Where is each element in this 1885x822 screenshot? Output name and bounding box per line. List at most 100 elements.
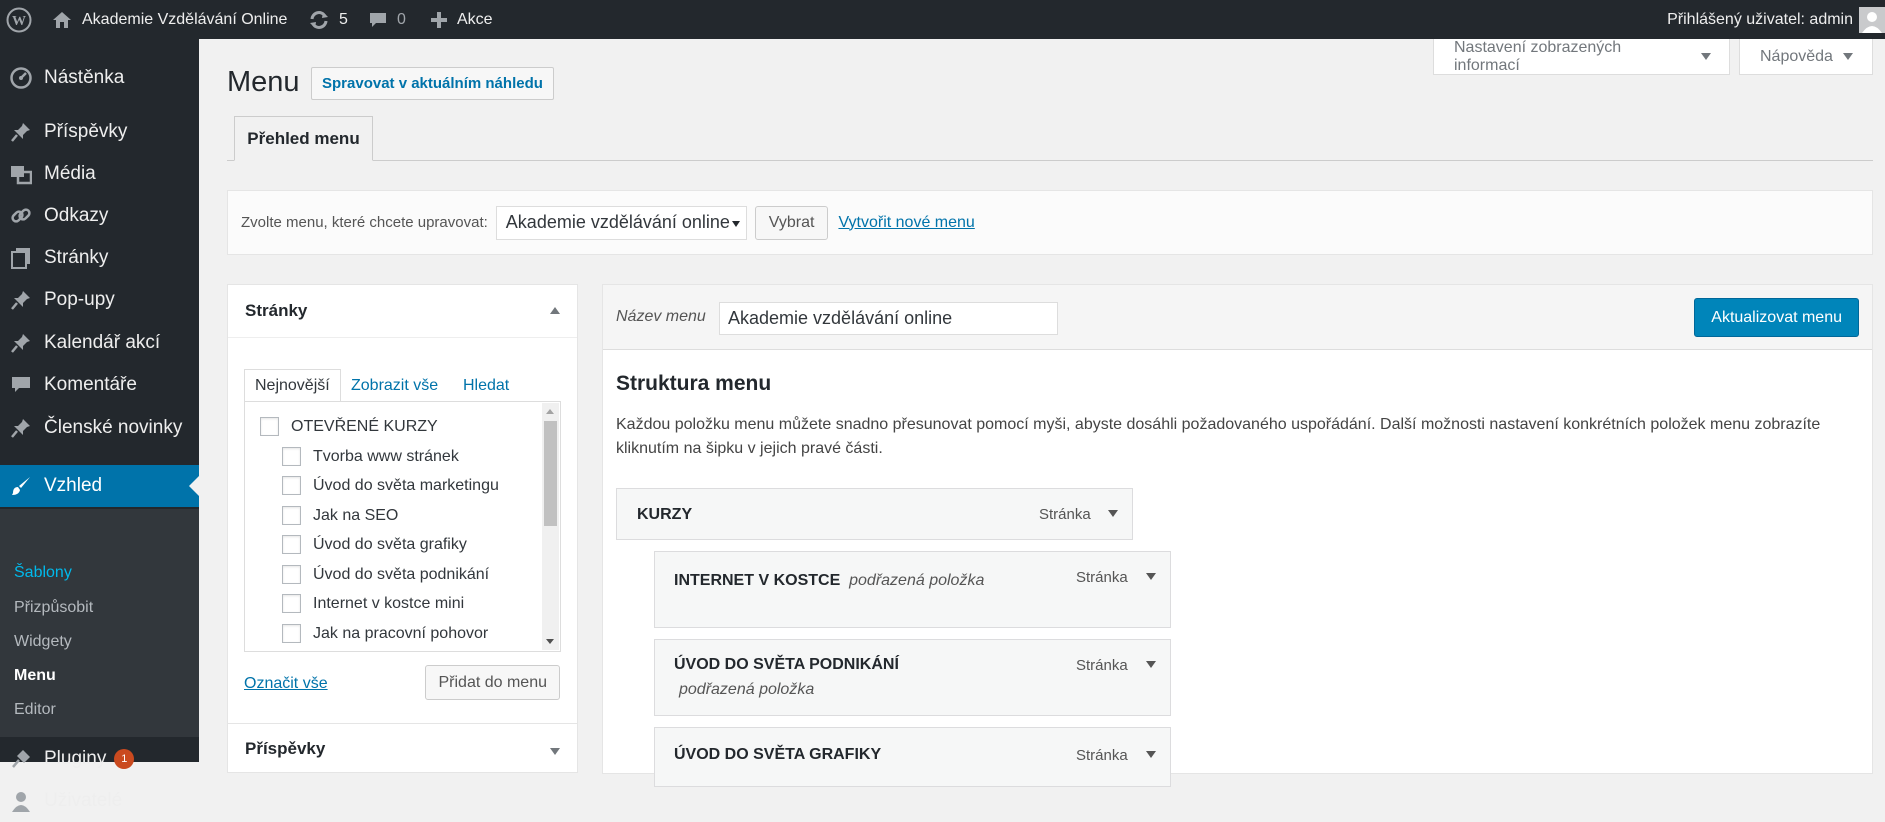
sidebar-item-label: Členské novinky <box>44 417 183 438</box>
checkbox[interactable] <box>282 535 301 554</box>
sidebar-item-label: Odkazy <box>44 205 109 226</box>
updates-count: 5 <box>339 10 348 28</box>
manage-live-preview-button[interactable]: Spravovat v aktuálním náhledu <box>311 67 554 100</box>
plugin-icon <box>10 748 32 770</box>
tab-search[interactable]: Hledat <box>463 369 509 402</box>
pin-icon <box>10 289 32 311</box>
sidebar-item-member-news[interactable]: Členské novinky <box>0 407 199 449</box>
user-account-link[interactable]: Přihlášený uživatel: admin <box>1667 0 1885 39</box>
pin-icon <box>10 121 32 143</box>
checkbox[interactable] <box>260 417 279 436</box>
pin-icon <box>10 332 32 354</box>
checkbox[interactable] <box>282 447 301 466</box>
menu-item-title: KURZY <box>637 506 693 523</box>
nav-tab-divider <box>227 160 1873 161</box>
caret-down-icon <box>1842 53 1853 60</box>
sidebar-item-dashboard[interactable]: Nástěnka <box>0 57 199 99</box>
tab-edit-menus[interactable]: Přehled menu <box>234 116 373 161</box>
menu-item-row[interactable]: ÚVOD DO SVĚTA PODNIKÁNÍ podřazená položk… <box>654 639 1171 716</box>
select-all-link[interactable]: Označit vše <box>244 675 328 693</box>
expand-arrow-icon[interactable] <box>1108 510 1118 517</box>
submenu-customize[interactable]: Přizpůsobit <box>14 599 93 617</box>
list-item[interactable]: Jak na pracovní pohovor <box>282 624 488 643</box>
screen-options-button[interactable]: Nastavení zobrazených informací <box>1433 39 1730 75</box>
checkbox[interactable] <box>282 594 301 613</box>
sidebar-item-label: Nástěnka <box>44 67 125 88</box>
sidebar-item-popups[interactable]: Pop-upy <box>0 279 199 321</box>
tab-view-all[interactable]: Zobrazit vše <box>351 369 438 402</box>
wordpress-logo-icon[interactable]: W <box>6 0 32 39</box>
sidebar-item-media[interactable]: Média <box>0 153 199 195</box>
expand-arrow-icon[interactable] <box>1146 751 1156 758</box>
list-item[interactable]: Jak na SEO <box>282 506 398 525</box>
updates-icon <box>310 10 328 29</box>
menu-select-dropdown[interactable]: Akademie vzdělávání online <box>495 205 747 240</box>
menu-select-value: Akademie vzdělávání online <box>505 212 730 232</box>
sidebar-item-appearance[interactable]: Vzhled <box>0 465 199 507</box>
list-item[interactable]: OTEVŘENÉ KURZY <box>260 417 438 436</box>
sidebar-item-pages[interactable]: Stránky <box>0 237 199 279</box>
list-item[interactable]: Úvod do světa podnikání <box>282 565 489 584</box>
pages-checklist: OTEVŘENÉ KURZY Tvorba www stránek Úvod d… <box>244 401 561 652</box>
list-item[interactable]: Internet v kostce mini <box>282 594 464 613</box>
scroll-down-icon[interactable] <box>546 639 554 644</box>
expand-arrow-icon[interactable] <box>550 748 560 755</box>
scrollbar-thumb[interactable] <box>544 421 557 526</box>
list-item-label: Úvod do světa grafiky <box>313 535 467 553</box>
sidebar-item-event-calendar[interactable]: Kalendář akcí <box>0 322 199 364</box>
updates-link[interactable]: 5 <box>308 0 348 39</box>
list-item-label: Jak na pracovní pohovor <box>313 624 489 642</box>
sidebar-item-links[interactable]: Odkazy <box>0 195 199 237</box>
list-item-label: OTEVŘENÉ KURZY <box>291 417 438 435</box>
menu-item-row[interactable]: KURZY Stránka <box>616 488 1133 540</box>
expand-arrow-icon[interactable] <box>1146 573 1156 580</box>
collapse-arrow-icon[interactable] <box>550 307 560 314</box>
chevron-down-icon <box>731 220 740 227</box>
posts-metabox[interactable]: Příspěvky <box>227 723 578 773</box>
menu-name-input[interactable]: Akademie vzdělávání online <box>719 302 1058 335</box>
list-item[interactable]: Úvod do světa grafiky <box>282 535 467 554</box>
sidebar-item-comments[interactable]: Komentáře <box>0 364 199 406</box>
list-item[interactable]: Úvod do světa marketingu <box>282 476 499 495</box>
tab-most-recent[interactable]: Nejnovější <box>244 369 341 402</box>
expand-arrow-icon[interactable] <box>1146 661 1156 668</box>
help-button[interactable]: Nápověda <box>1739 39 1873 75</box>
checkbox[interactable] <box>282 506 301 525</box>
comments-link[interactable]: 0 <box>368 0 406 39</box>
appearance-submenu: Šablony Přizpůsobit Widgety Menu Editor <box>0 509 199 737</box>
menu-item-row[interactable]: INTERNET V KOSTCE podřazená položka Strá… <box>654 551 1171 628</box>
menu-item-title-text: INTERNET V KOSTCE <box>674 572 841 589</box>
menu-item-type: Stránka <box>1039 506 1091 523</box>
checkbox[interactable] <box>282 565 301 584</box>
select-menu-label: Zvolte menu, které chcete upravovat: <box>241 214 488 231</box>
pages-metabox: Stránky Nejnovější Zobrazit vše Hledat O… <box>227 284 578 724</box>
select-menu-button[interactable]: Vybrat <box>754 205 829 240</box>
sidebar-item-plugins[interactable]: Pluginy 1 <box>0 738 199 780</box>
sidebar-item-posts[interactable]: Příspěvky <box>0 111 199 153</box>
sidebar-item-label: Pluginy <box>44 748 107 769</box>
list-item-label: Internet v kostce mini <box>313 594 465 612</box>
save-menu-button[interactable]: Aktualizovat menu <box>1694 298 1859 337</box>
dashboard-icon <box>10 67 32 89</box>
submenu-menus[interactable]: Menu <box>14 667 56 685</box>
menu-item-title: INTERNET V KOSTCE podřazená položka <box>674 568 1084 593</box>
checkbox[interactable] <box>282 476 301 495</box>
submenu-widgets[interactable]: Widgety <box>14 633 72 651</box>
submenu-themes[interactable]: Šablony <box>14 564 72 582</box>
list-item-label: Úvod do světa podnikání <box>313 565 490 583</box>
menu-item-type: Stránka <box>1076 657 1128 674</box>
sidebar-item-label: Média <box>44 163 96 184</box>
plus-icon <box>431 11 447 28</box>
list-item[interactable]: Tvorba www stránek <box>282 447 459 466</box>
site-name-link[interactable]: Akademie Vzdělávání Online <box>52 0 287 39</box>
add-to-menu-button[interactable]: Přidat do menu <box>425 665 560 700</box>
submenu-editor[interactable]: Editor <box>14 701 56 719</box>
create-new-menu-link[interactable]: Vytvořit nové menu <box>838 214 974 232</box>
scroll-up-icon[interactable] <box>546 409 554 414</box>
pages-metabox-header[interactable]: Stránky <box>228 285 577 338</box>
scrollbar[interactable] <box>542 403 559 650</box>
sidebar-item-users[interactable]: Uživatelé <box>0 780 199 822</box>
new-content-link[interactable]: Akce <box>430 0 493 39</box>
checkbox[interactable] <box>282 624 301 643</box>
menu-item-row[interactable]: ÚVOD DO SVĚTA GRAFIKY Stránka <box>654 727 1171 787</box>
